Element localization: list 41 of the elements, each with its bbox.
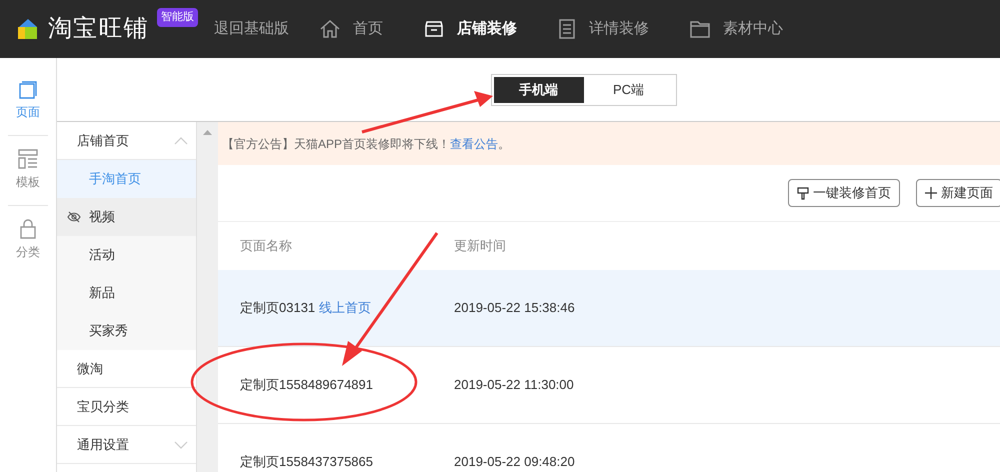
sidebar-item[interactable]: 视频	[57, 198, 196, 236]
rail-item[interactable]: 模板	[8, 148, 48, 206]
page-name: 定制页03131	[240, 299, 316, 318]
update-time: 2019-05-22 11:30:00	[454, 376, 574, 394]
page-icon	[18, 80, 38, 100]
logo-icon	[16, 17, 40, 41]
nav-tab[interactable]: 店铺装修	[422, 18, 517, 40]
page-name: 定制页1558437375865	[240, 453, 373, 472]
nav-tab[interactable]: 首页	[318, 18, 383, 40]
device-tab[interactable]: 手机端	[494, 76, 584, 102]
sidebar-item[interactable]: 活动	[57, 236, 196, 274]
scroll-up-icon	[203, 130, 212, 135]
column-header: 更新时间	[454, 237, 506, 256]
hidden-eye-icon	[67, 211, 81, 223]
live-homepage-tag: 线上首页	[319, 298, 372, 318]
sidebar-item[interactable]: 新品	[57, 274, 196, 312]
update-time: 2019-05-22 15:38:46	[454, 299, 575, 318]
bag-icon	[18, 218, 38, 240]
page-name: 定制页1558489674891	[240, 376, 373, 394]
home-icon	[318, 18, 341, 40]
update-time: 2019-05-22 09:48:20	[454, 453, 575, 472]
edition-badge: 智能版	[156, 8, 198, 26]
action-button[interactable]: 新建页面	[916, 179, 1000, 207]
back-link[interactable]: 退回基础版	[214, 18, 289, 40]
notice-punctuation: 。	[498, 136, 510, 152]
brush-icon	[797, 186, 809, 200]
brand-name: 淘宝旺铺	[48, 14, 149, 44]
table-row[interactable]: 定制页03131 线上首页 2019-05-22 15:38:46	[218, 270, 1000, 347]
nav-tab[interactable]: 详情装修	[556, 18, 649, 40]
notice-link[interactable]: 查看公告	[450, 134, 498, 152]
action-button[interactable]: 一键装修首页	[788, 179, 900, 207]
document-icon	[556, 18, 577, 40]
layout-icon	[17, 148, 39, 170]
column-header: 页面名称	[239, 237, 293, 256]
notice-text: 【官方公告】天猫APP首页装修即将下线！	[222, 136, 450, 152]
chevron-icon	[174, 136, 188, 144]
plus-icon	[925, 187, 937, 199]
sidebar-item[interactable]: 买家秀	[57, 312, 196, 350]
nav-tab[interactable]: 素材中心	[688, 18, 783, 40]
chevron-icon	[174, 440, 188, 448]
rail-item[interactable]: 分类	[8, 218, 48, 275]
